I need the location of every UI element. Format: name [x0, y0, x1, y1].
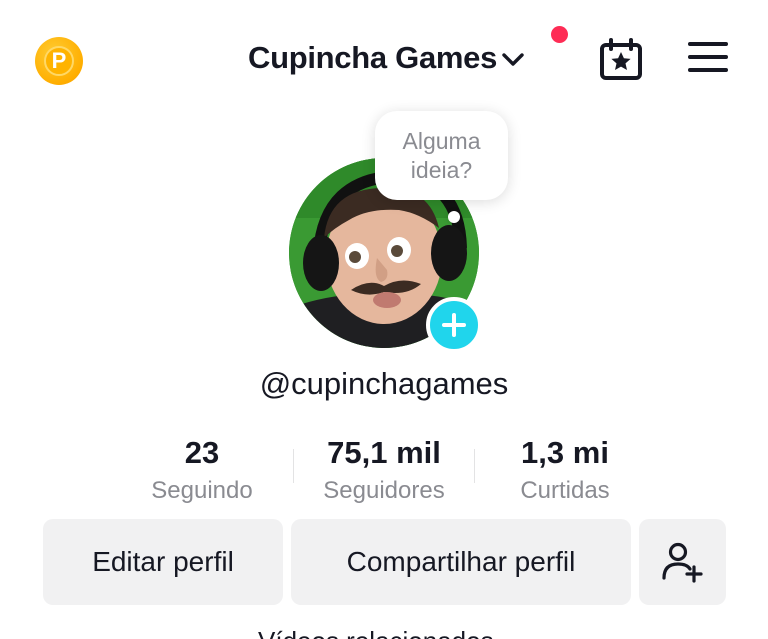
edit-profile-button[interactable]: Editar perfil — [43, 519, 283, 605]
idea-bubble[interactable]: Alguma ideia? — [375, 111, 508, 200]
stat-divider — [293, 449, 294, 483]
plus-icon — [442, 313, 466, 337]
stat-following[interactable]: 23 Seguindo — [132, 434, 272, 506]
calendar-star-icon[interactable] — [598, 38, 646, 82]
username: @cupinchagames — [259, 366, 509, 401]
hamburger-menu-icon[interactable] — [688, 42, 730, 78]
stat-label: Seguindo — [151, 477, 253, 504]
stat-value: 75,1 mil — [327, 435, 441, 470]
stat-value: 1,3 mi — [521, 435, 609, 470]
stat-value: 23 — [184, 435, 220, 470]
add-avatar-button[interactable] — [426, 297, 482, 353]
stat-label: Seguidores — [323, 477, 445, 504]
stat-followers[interactable]: 75,1 mil Seguidores — [304, 434, 464, 506]
notification-dot — [551, 26, 568, 43]
account-name: Cupincha Games — [248, 40, 498, 75]
add-friend-button[interactable] — [639, 519, 726, 605]
profile-page: P Cupincha Games Alguma ideia? @cupincha… — [0, 0, 768, 639]
stat-divider — [474, 449, 475, 483]
stat-label: Curtidas — [520, 477, 610, 504]
footer-peek-text: Vídeos relacionados — [258, 626, 494, 639]
bubble-tail-dot — [448, 211, 460, 223]
chevron-down-icon — [502, 53, 524, 66]
share-profile-button[interactable]: Compartilhar perfil — [291, 519, 631, 605]
idea-bubble-text: Alguma ideia? — [402, 127, 481, 183]
coin-letter: P — [44, 46, 74, 76]
account-switcher[interactable]: Cupincha Games — [248, 36, 525, 80]
coin-icon[interactable]: P — [35, 37, 83, 85]
add-friend-icon — [661, 542, 703, 583]
stat-likes[interactable]: 1,3 mi Curtidas — [495, 434, 635, 506]
